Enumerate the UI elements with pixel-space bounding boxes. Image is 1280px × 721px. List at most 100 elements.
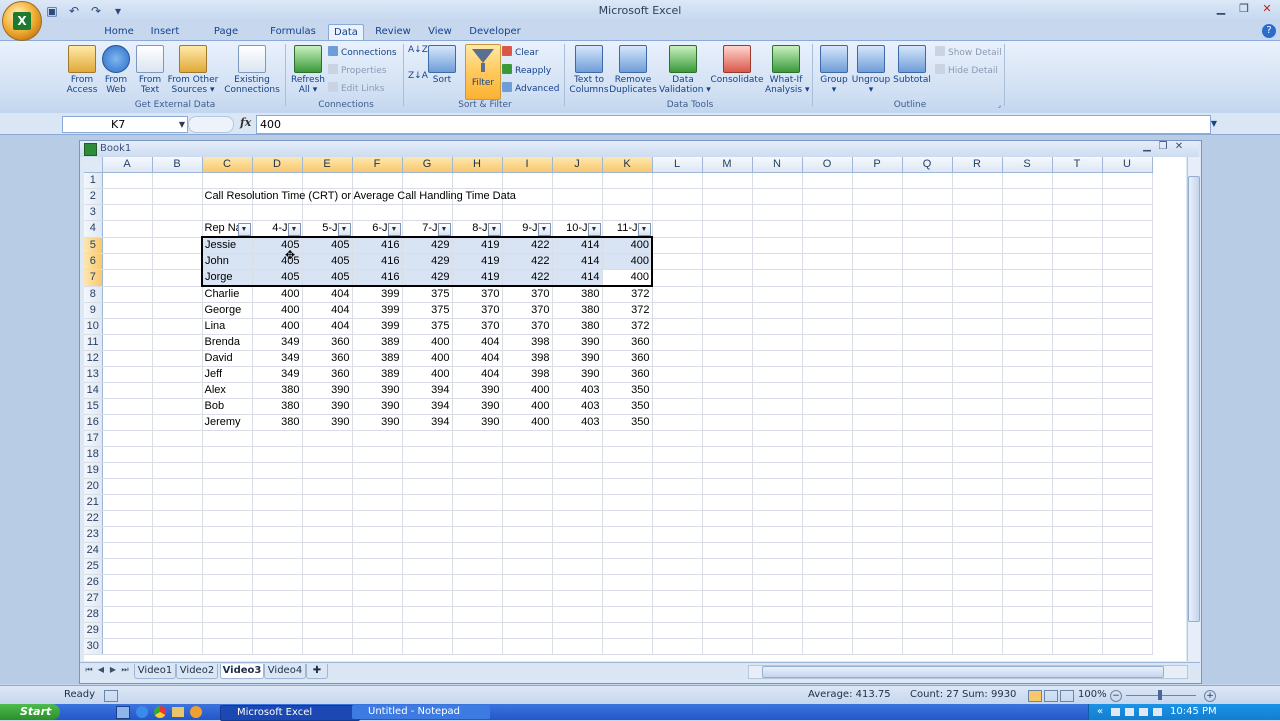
column-header-h[interactable]: H (452, 157, 503, 173)
tray-app-icon[interactable] (1139, 708, 1148, 716)
value-cell[interactable]: 400 (402, 350, 453, 367)
value-cell[interactable]: 390 (552, 334, 603, 351)
cell[interactable] (952, 574, 1003, 591)
cell[interactable] (102, 590, 153, 607)
row-header[interactable]: 23 (84, 526, 103, 543)
cell[interactable] (752, 510, 803, 527)
rep-name-cell[interactable]: Alex (202, 382, 253, 399)
cell[interactable] (452, 204, 503, 221)
cell[interactable] (1102, 478, 1153, 495)
cell[interactable] (602, 558, 653, 575)
cell[interactable] (902, 622, 953, 639)
cell[interactable] (952, 188, 1003, 205)
value-cell[interactable]: 390 (352, 382, 403, 399)
value-cell[interactable]: 419 (452, 253, 503, 270)
cell[interactable] (402, 446, 453, 463)
column-header-b[interactable]: B (152, 157, 203, 173)
cell[interactable] (202, 542, 253, 559)
cell[interactable] (952, 220, 1003, 238)
cell[interactable] (352, 574, 403, 591)
cell[interactable] (702, 220, 753, 238)
cell[interactable] (352, 542, 403, 559)
hide-detail-button[interactable]: Hide Detail (935, 64, 998, 78)
column-header-m[interactable]: M (702, 157, 753, 173)
cell[interactable] (252, 446, 303, 463)
cell[interactable] (352, 478, 403, 495)
value-cell[interactable]: 394 (402, 382, 453, 399)
show-desktop-icon[interactable] (116, 706, 130, 719)
customize-qat-icon[interactable]: ▾ (110, 3, 126, 19)
column-header-e[interactable]: E (302, 157, 353, 173)
column-header-q[interactable]: Q (902, 157, 953, 173)
cell[interactable] (102, 574, 153, 591)
cell[interactable] (102, 318, 153, 335)
row-header[interactable]: 25 (84, 558, 103, 575)
value-cell[interactable]: 370 (502, 302, 553, 319)
cell[interactable] (1102, 204, 1153, 221)
row-header[interactable]: 27 (84, 590, 103, 607)
cell[interactable] (652, 542, 703, 559)
cell[interactable] (852, 350, 903, 367)
cell[interactable] (852, 462, 903, 479)
cell[interactable] (952, 558, 1003, 575)
table-header-cell[interactable]: 7-J ▼ (402, 220, 453, 238)
cell[interactable] (252, 622, 303, 639)
cell[interactable] (202, 172, 253, 189)
cell[interactable] (1002, 510, 1053, 527)
cell[interactable] (352, 172, 403, 189)
value-cell[interactable]: 399 (352, 318, 403, 335)
cell[interactable] (1102, 510, 1153, 527)
cell[interactable] (952, 638, 1003, 655)
cell[interactable] (502, 494, 553, 511)
cell[interactable] (1002, 302, 1053, 319)
cell[interactable] (502, 606, 553, 623)
cell[interactable] (102, 510, 153, 527)
cell[interactable] (652, 237, 703, 254)
start-button[interactable]: Start (0, 704, 60, 720)
cell[interactable] (552, 430, 603, 447)
data-validation-button[interactable]: Data Validation ▾ (659, 45, 711, 95)
value-cell[interactable]: 389 (352, 366, 403, 383)
cell[interactable] (702, 269, 753, 287)
rep-name-cell[interactable]: John (201, 253, 253, 270)
cell[interactable] (502, 542, 553, 559)
cell[interactable] (752, 590, 803, 607)
show-detail-button[interactable]: Show Detail (935, 46, 1002, 60)
column-header-a[interactable]: A (102, 157, 153, 173)
column-header-j[interactable]: J (552, 157, 603, 173)
cell[interactable] (1052, 606, 1103, 623)
table-header-cell[interactable]: 11-J ▼ (602, 220, 653, 238)
cell[interactable] (752, 334, 803, 351)
cell[interactable] (1052, 334, 1103, 351)
cell[interactable] (452, 622, 503, 639)
cell[interactable] (552, 558, 603, 575)
cell[interactable] (102, 494, 153, 511)
cell[interactable] (852, 510, 903, 527)
cell[interactable] (752, 318, 803, 335)
cell[interactable] (752, 366, 803, 383)
zoom-level[interactable]: 100% (1078, 689, 1107, 700)
cell[interactable] (652, 269, 703, 287)
rep-name-cell[interactable]: Jessie (201, 236, 253, 254)
cell[interactable] (702, 622, 753, 639)
cell[interactable] (1102, 253, 1153, 270)
cell[interactable] (652, 494, 703, 511)
cell[interactable] (552, 494, 603, 511)
cell[interactable] (452, 478, 503, 495)
cell[interactable] (952, 446, 1003, 463)
value-cell[interactable]: 419 (452, 269, 503, 287)
first-sheet-icon[interactable]: ⏮ (84, 665, 94, 675)
cell[interactable] (502, 590, 553, 607)
row-header[interactable]: 11 (84, 334, 103, 351)
cell[interactable] (802, 318, 853, 335)
cell[interactable] (1002, 286, 1053, 303)
tab-data[interactable]: Data (328, 24, 364, 41)
row-header[interactable]: 14 (84, 382, 103, 399)
cell[interactable] (702, 204, 753, 221)
sheet-tab-video1[interactable]: Video1 (134, 664, 176, 679)
cell[interactable] (702, 462, 753, 479)
cell[interactable] (202, 204, 253, 221)
table-header-cell[interactable]: 10-J ▼ (552, 220, 603, 238)
existing-connections-button[interactable]: Existing Connections (222, 45, 282, 95)
value-cell[interactable]: 414 (552, 253, 603, 270)
